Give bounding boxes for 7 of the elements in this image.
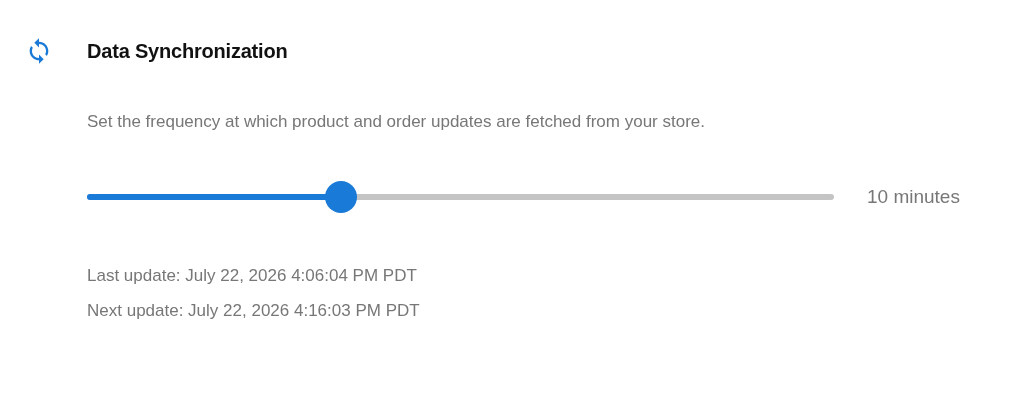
update-time: Last update: July 22, 2026 4:06:04 PM PDT: [87, 265, 418, 287]
section-title: Data Synchronization: [87, 39, 288, 63]
slider-value: 10 minutes: [867, 186, 960, 208]
frequency-slider[interactable]: [87, 181, 834, 213]
update-time: Next update: July 22, 2026 4:16:03 PM PDT: [87, 300, 421, 322]
slider-thumb[interactable]: [324, 181, 357, 213]
section-description: Set the frequency at which product and order updates are fetched from your store.: [87, 112, 707, 132]
